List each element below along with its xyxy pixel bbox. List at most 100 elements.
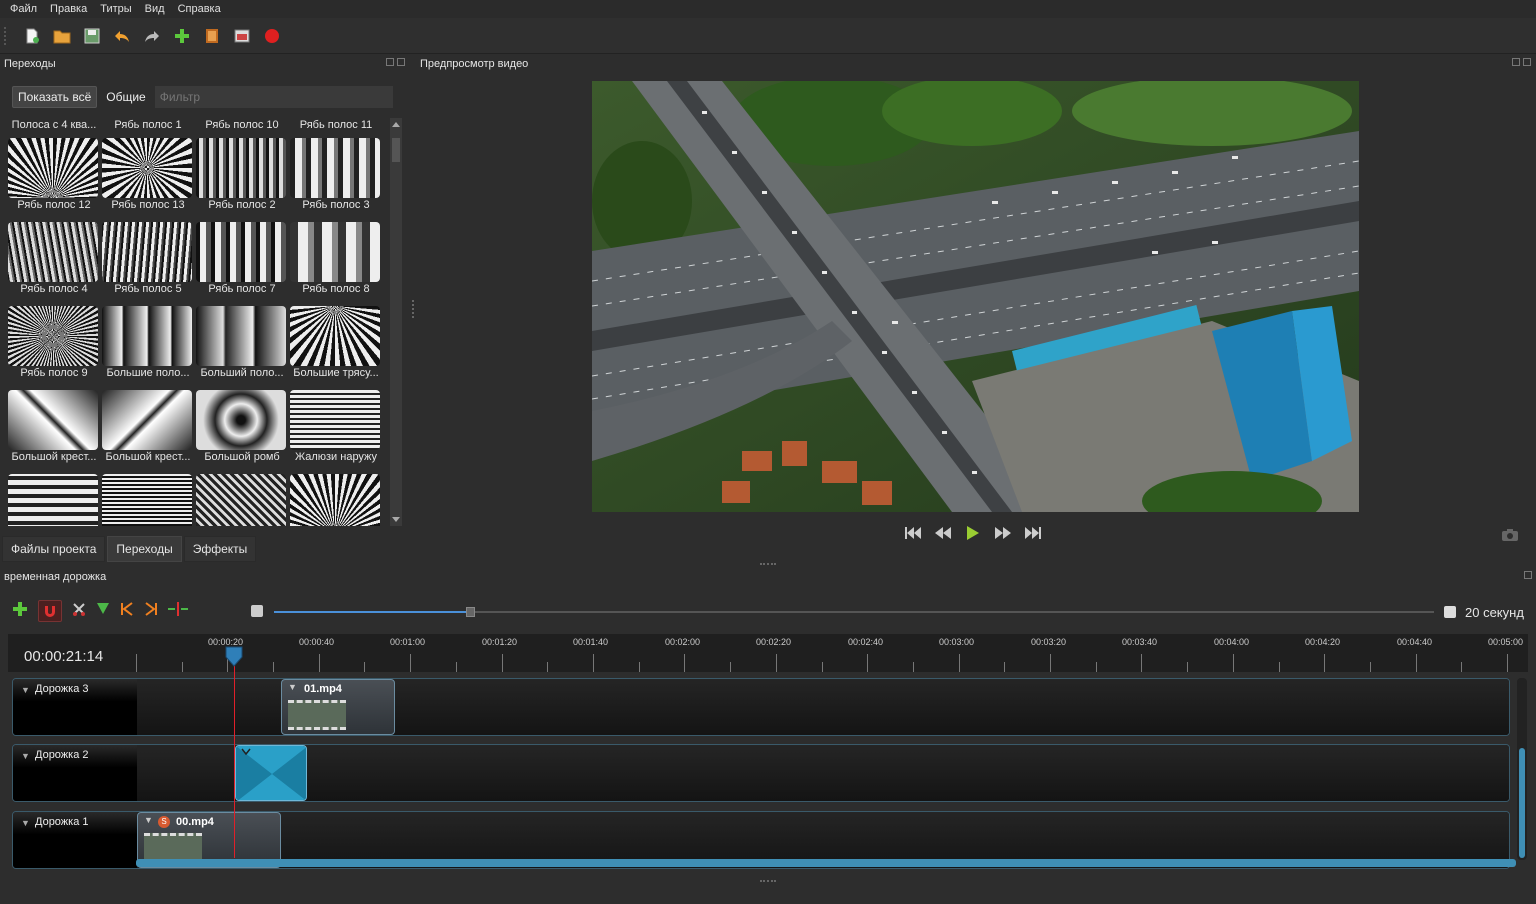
- zoom-checkbox[interactable]: [1444, 606, 1456, 618]
- track-body[interactable]: [137, 745, 1509, 801]
- list-item[interactable]: Большой крест...: [8, 390, 100, 464]
- toolbar-grip[interactable]: [4, 26, 9, 45]
- fullscreen-icon[interactable]: [231, 25, 253, 47]
- zoom-slider[interactable]: [274, 607, 1434, 617]
- list-item[interactable]: Большие поло...: [102, 306, 194, 380]
- list-item[interactable]: Рябь полос 8: [290, 222, 382, 296]
- track-body[interactable]: ▼ 01.mp4: [137, 679, 1509, 735]
- scroll-down-icon[interactable]: [392, 517, 400, 522]
- list-item[interactable]: Рябь полос 13: [102, 138, 194, 212]
- transitions-scrollbar[interactable]: [390, 118, 402, 526]
- list-item[interactable]: Полоса с 4 ква...: [8, 118, 100, 132]
- list-item[interactable]: Рябь полос 12: [8, 138, 100, 212]
- list-item[interactable]: [102, 474, 194, 526]
- tab-effects[interactable]: Эффекты: [183, 536, 257, 562]
- playhead-line: [234, 656, 235, 858]
- list-item[interactable]: Рябь полос 7: [196, 222, 288, 296]
- panel-dock-controls[interactable]: [1512, 58, 1534, 68]
- filter-input[interactable]: [154, 86, 393, 108]
- rewind-icon[interactable]: [934, 526, 952, 540]
- chevron-down-icon[interactable]: ▼: [21, 818, 30, 828]
- previous-marker-icon[interactable]: [120, 601, 134, 621]
- list-item[interactable]: Рябь полос 1: [102, 118, 194, 132]
- open-project-icon[interactable]: [51, 25, 73, 47]
- track-3[interactable]: ▼ Дорожка 3 ▼ 01.mp4: [12, 678, 1510, 736]
- list-item[interactable]: Рябь полос 2: [196, 138, 288, 212]
- track-header[interactable]: ▼ Дорожка 2: [13, 745, 137, 801]
- list-item[interactable]: Больший поло...: [196, 306, 288, 380]
- menu-edit[interactable]: Правка: [50, 3, 87, 15]
- scroll-up-icon[interactable]: [392, 122, 400, 127]
- track-2[interactable]: ▼ Дорожка 2: [12, 744, 1510, 802]
- center-playhead-icon[interactable]: [168, 601, 188, 621]
- list-item[interactable]: Рябь полос 5: [102, 222, 194, 296]
- next-marker-icon[interactable]: [144, 601, 158, 621]
- jump-start-icon[interactable]: [904, 526, 922, 540]
- list-item[interactable]: Рябь полос 9: [8, 306, 100, 380]
- export-record-icon[interactable]: [261, 25, 283, 47]
- transition-thumbnail: [196, 222, 286, 282]
- show-all-button[interactable]: Показать всё: [12, 86, 98, 108]
- undo-icon[interactable]: [111, 25, 133, 47]
- ruler-tick: [1141, 654, 1142, 672]
- list-item[interactable]: Рябь полос 4: [8, 222, 100, 296]
- add-track-icon[interactable]: [12, 601, 28, 622]
- razor-icon[interactable]: [72, 602, 86, 621]
- clip-menu-icon[interactable]: ▼: [288, 682, 297, 692]
- transition-label: Большие трясу...: [293, 367, 379, 379]
- list-item[interactable]: [8, 474, 100, 526]
- menu-view[interactable]: Вид: [145, 3, 165, 15]
- panel-dock-controls[interactable]: [1524, 571, 1536, 581]
- menu-titles[interactable]: Титры: [100, 3, 131, 15]
- transition-clip[interactable]: [235, 745, 307, 801]
- fast-forward-icon[interactable]: [994, 526, 1012, 540]
- profile-icon[interactable]: [201, 25, 223, 47]
- save-project-icon[interactable]: [81, 25, 103, 47]
- list-item[interactable]: Рябь полос 11: [290, 118, 382, 132]
- common-button[interactable]: Общие: [101, 87, 150, 107]
- chevron-down-icon[interactable]: ▼: [21, 685, 30, 695]
- camera-icon[interactable]: [1502, 528, 1518, 546]
- clip[interactable]: ▼ 01.mp4: [281, 679, 395, 735]
- zoom-slider-handle[interactable]: [466, 607, 475, 617]
- bottom-splitter[interactable]: [760, 880, 776, 882]
- timeline-vertical-scrollbar[interactable]: [1517, 678, 1527, 860]
- track-name: Дорожка 3: [35, 683, 89, 695]
- snap-magnet-icon[interactable]: [38, 600, 62, 622]
- new-project-icon[interactable]: [21, 25, 43, 47]
- zoom-icon[interactable]: [250, 604, 264, 623]
- list-item[interactable]: Большой крест...: [102, 390, 194, 464]
- list-item[interactable]: Жалюзи наружу: [290, 390, 382, 464]
- transition-label: Рябь полос 10: [205, 119, 279, 131]
- jump-end-icon[interactable]: [1024, 526, 1042, 540]
- list-item[interactable]: Рябь полос 3: [290, 138, 382, 212]
- horizontal-splitter[interactable]: [760, 563, 776, 565]
- list-item[interactable]: Рябь полос 10: [196, 118, 288, 132]
- ruler-tick: [776, 654, 777, 672]
- panel-dock-controls[interactable]: [386, 58, 408, 68]
- track-header[interactable]: ▼ Дорожка 3: [13, 679, 137, 735]
- play-icon[interactable]: [964, 526, 982, 540]
- tab-transitions[interactable]: Переходы: [107, 536, 182, 562]
- clip-menu-icon[interactable]: ▼: [144, 815, 153, 825]
- scroll-thumb[interactable]: [1519, 748, 1525, 858]
- ruler-tick: [1050, 654, 1051, 672]
- add-marker-icon[interactable]: [96, 602, 110, 621]
- menu-help[interactable]: Справка: [178, 3, 221, 15]
- menu-file[interactable]: Файл: [10, 3, 37, 15]
- scroll-thumb[interactable]: [392, 138, 400, 162]
- import-files-icon[interactable]: [171, 25, 193, 47]
- ruler-label: 00:01:20: [482, 637, 518, 647]
- menu-bar: Файл Правка Титры Вид Справка: [0, 0, 1536, 18]
- timeline-horizontal-scrollbar[interactable]: [136, 859, 1516, 867]
- list-item[interactable]: [290, 474, 382, 526]
- ruler-label: 00:05:00: [1488, 637, 1524, 647]
- chevron-down-icon[interactable]: ▼: [21, 751, 30, 761]
- playhead-handle[interactable]: [224, 645, 244, 667]
- tab-project-files[interactable]: Файлы проекта: [2, 536, 106, 562]
- track-header[interactable]: ▼ Дорожка 1: [13, 812, 137, 868]
- list-item[interactable]: Большой ромб: [196, 390, 288, 464]
- redo-icon[interactable]: [141, 25, 163, 47]
- list-item[interactable]: Большие трясу...: [290, 306, 382, 380]
- list-item[interactable]: [196, 474, 288, 526]
